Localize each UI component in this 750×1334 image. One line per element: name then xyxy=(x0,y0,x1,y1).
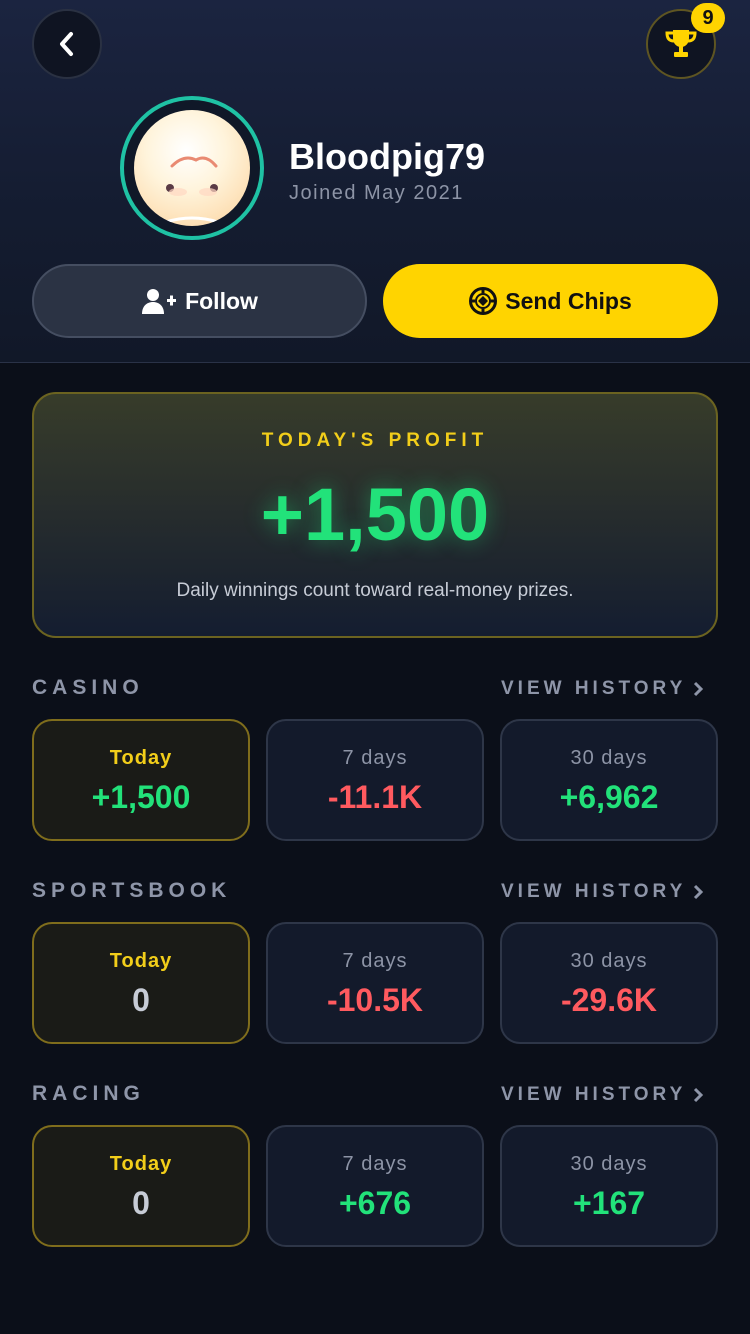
chip-icon xyxy=(469,287,498,315)
todays-profit-card: TODAY'S PROFIT +1,500 Daily winnings cou… xyxy=(32,392,718,638)
stat-label: 7 days xyxy=(342,950,408,972)
view-history-sportsbook[interactable]: VIEW HISTORY xyxy=(501,881,704,903)
follow-button[interactable]: Follow xyxy=(32,264,367,338)
stat-value: +1,500 xyxy=(91,779,191,815)
back-button[interactable] xyxy=(32,9,102,79)
chevron-right-icon xyxy=(694,884,704,900)
profit-note: Daily winnings count toward real-money p… xyxy=(176,580,574,601)
view-history-label: VIEW HISTORY xyxy=(501,1084,687,1105)
stat-label: 30 days xyxy=(570,1153,648,1175)
stat-value: -10.5K xyxy=(326,982,424,1018)
stat-label: 30 days xyxy=(570,747,648,769)
stat-label: 7 days xyxy=(342,747,408,769)
avatar[interactable] xyxy=(120,96,264,240)
trophy-count-badge: 9 xyxy=(691,3,725,33)
send-chips-label: Send Chips xyxy=(505,287,632,314)
stat-value: +676 xyxy=(338,1185,412,1221)
view-history-racing[interactable]: VIEW HISTORY xyxy=(501,1084,704,1106)
racing-30days-stat[interactable]: 30 days +167 xyxy=(500,1125,718,1247)
stat-value: 0 xyxy=(132,1185,150,1221)
stat-label: Today xyxy=(109,747,173,769)
chevron-right-icon xyxy=(694,681,704,697)
view-history-label: VIEW HISTORY xyxy=(501,678,687,699)
section-title-sportsbook: SPORTSBOOK xyxy=(32,879,232,902)
stat-label: 30 days xyxy=(570,950,648,972)
avatar-image xyxy=(134,110,250,226)
follow-label: Follow xyxy=(185,287,258,314)
trophy-icon xyxy=(665,30,697,57)
sportsbook-today-stat[interactable]: Today 0 xyxy=(32,922,250,1044)
profit-value: +1,500 xyxy=(260,473,490,556)
send-chips-button[interactable]: Send Chips xyxy=(383,264,718,338)
stat-value: +167 xyxy=(572,1185,646,1221)
section-title-racing: RACING xyxy=(32,1082,145,1105)
racing-7days-stat[interactable]: 7 days +676 xyxy=(266,1125,484,1247)
stat-value: +6,962 xyxy=(559,779,659,815)
casino-today-stat[interactable]: Today +1,500 xyxy=(32,719,250,841)
sportsbook-30days-stat[interactable]: 30 days -29.6K xyxy=(500,922,718,1044)
stat-label: Today xyxy=(109,1153,173,1175)
stat-value: -29.6K xyxy=(560,982,658,1018)
casino-30days-stat[interactable]: 30 days +6,962 xyxy=(500,719,718,841)
view-history-casino[interactable]: VIEW HISTORY xyxy=(501,678,704,700)
stat-label: 7 days xyxy=(342,1153,408,1175)
stat-value: 0 xyxy=(132,982,150,1018)
chevron-left-icon xyxy=(60,32,73,56)
username: Bloodpig79 xyxy=(289,136,485,177)
view-history-label: VIEW HISTORY xyxy=(501,881,687,902)
racing-today-stat[interactable]: Today 0 xyxy=(32,1125,250,1247)
section-title-casino: CASINO xyxy=(32,676,144,699)
chevron-right-icon xyxy=(694,1087,704,1103)
sportsbook-7days-stat[interactable]: 7 days -10.5K xyxy=(266,922,484,1044)
casino-7days-stat[interactable]: 7 days -11.1K xyxy=(266,719,484,841)
joined-date: Joined May 2021 xyxy=(289,182,464,204)
stat-label: Today xyxy=(109,950,173,972)
profit-label: TODAY'S PROFIT xyxy=(261,430,489,451)
add-user-icon xyxy=(142,289,177,314)
stat-value: -11.1K xyxy=(327,779,423,815)
